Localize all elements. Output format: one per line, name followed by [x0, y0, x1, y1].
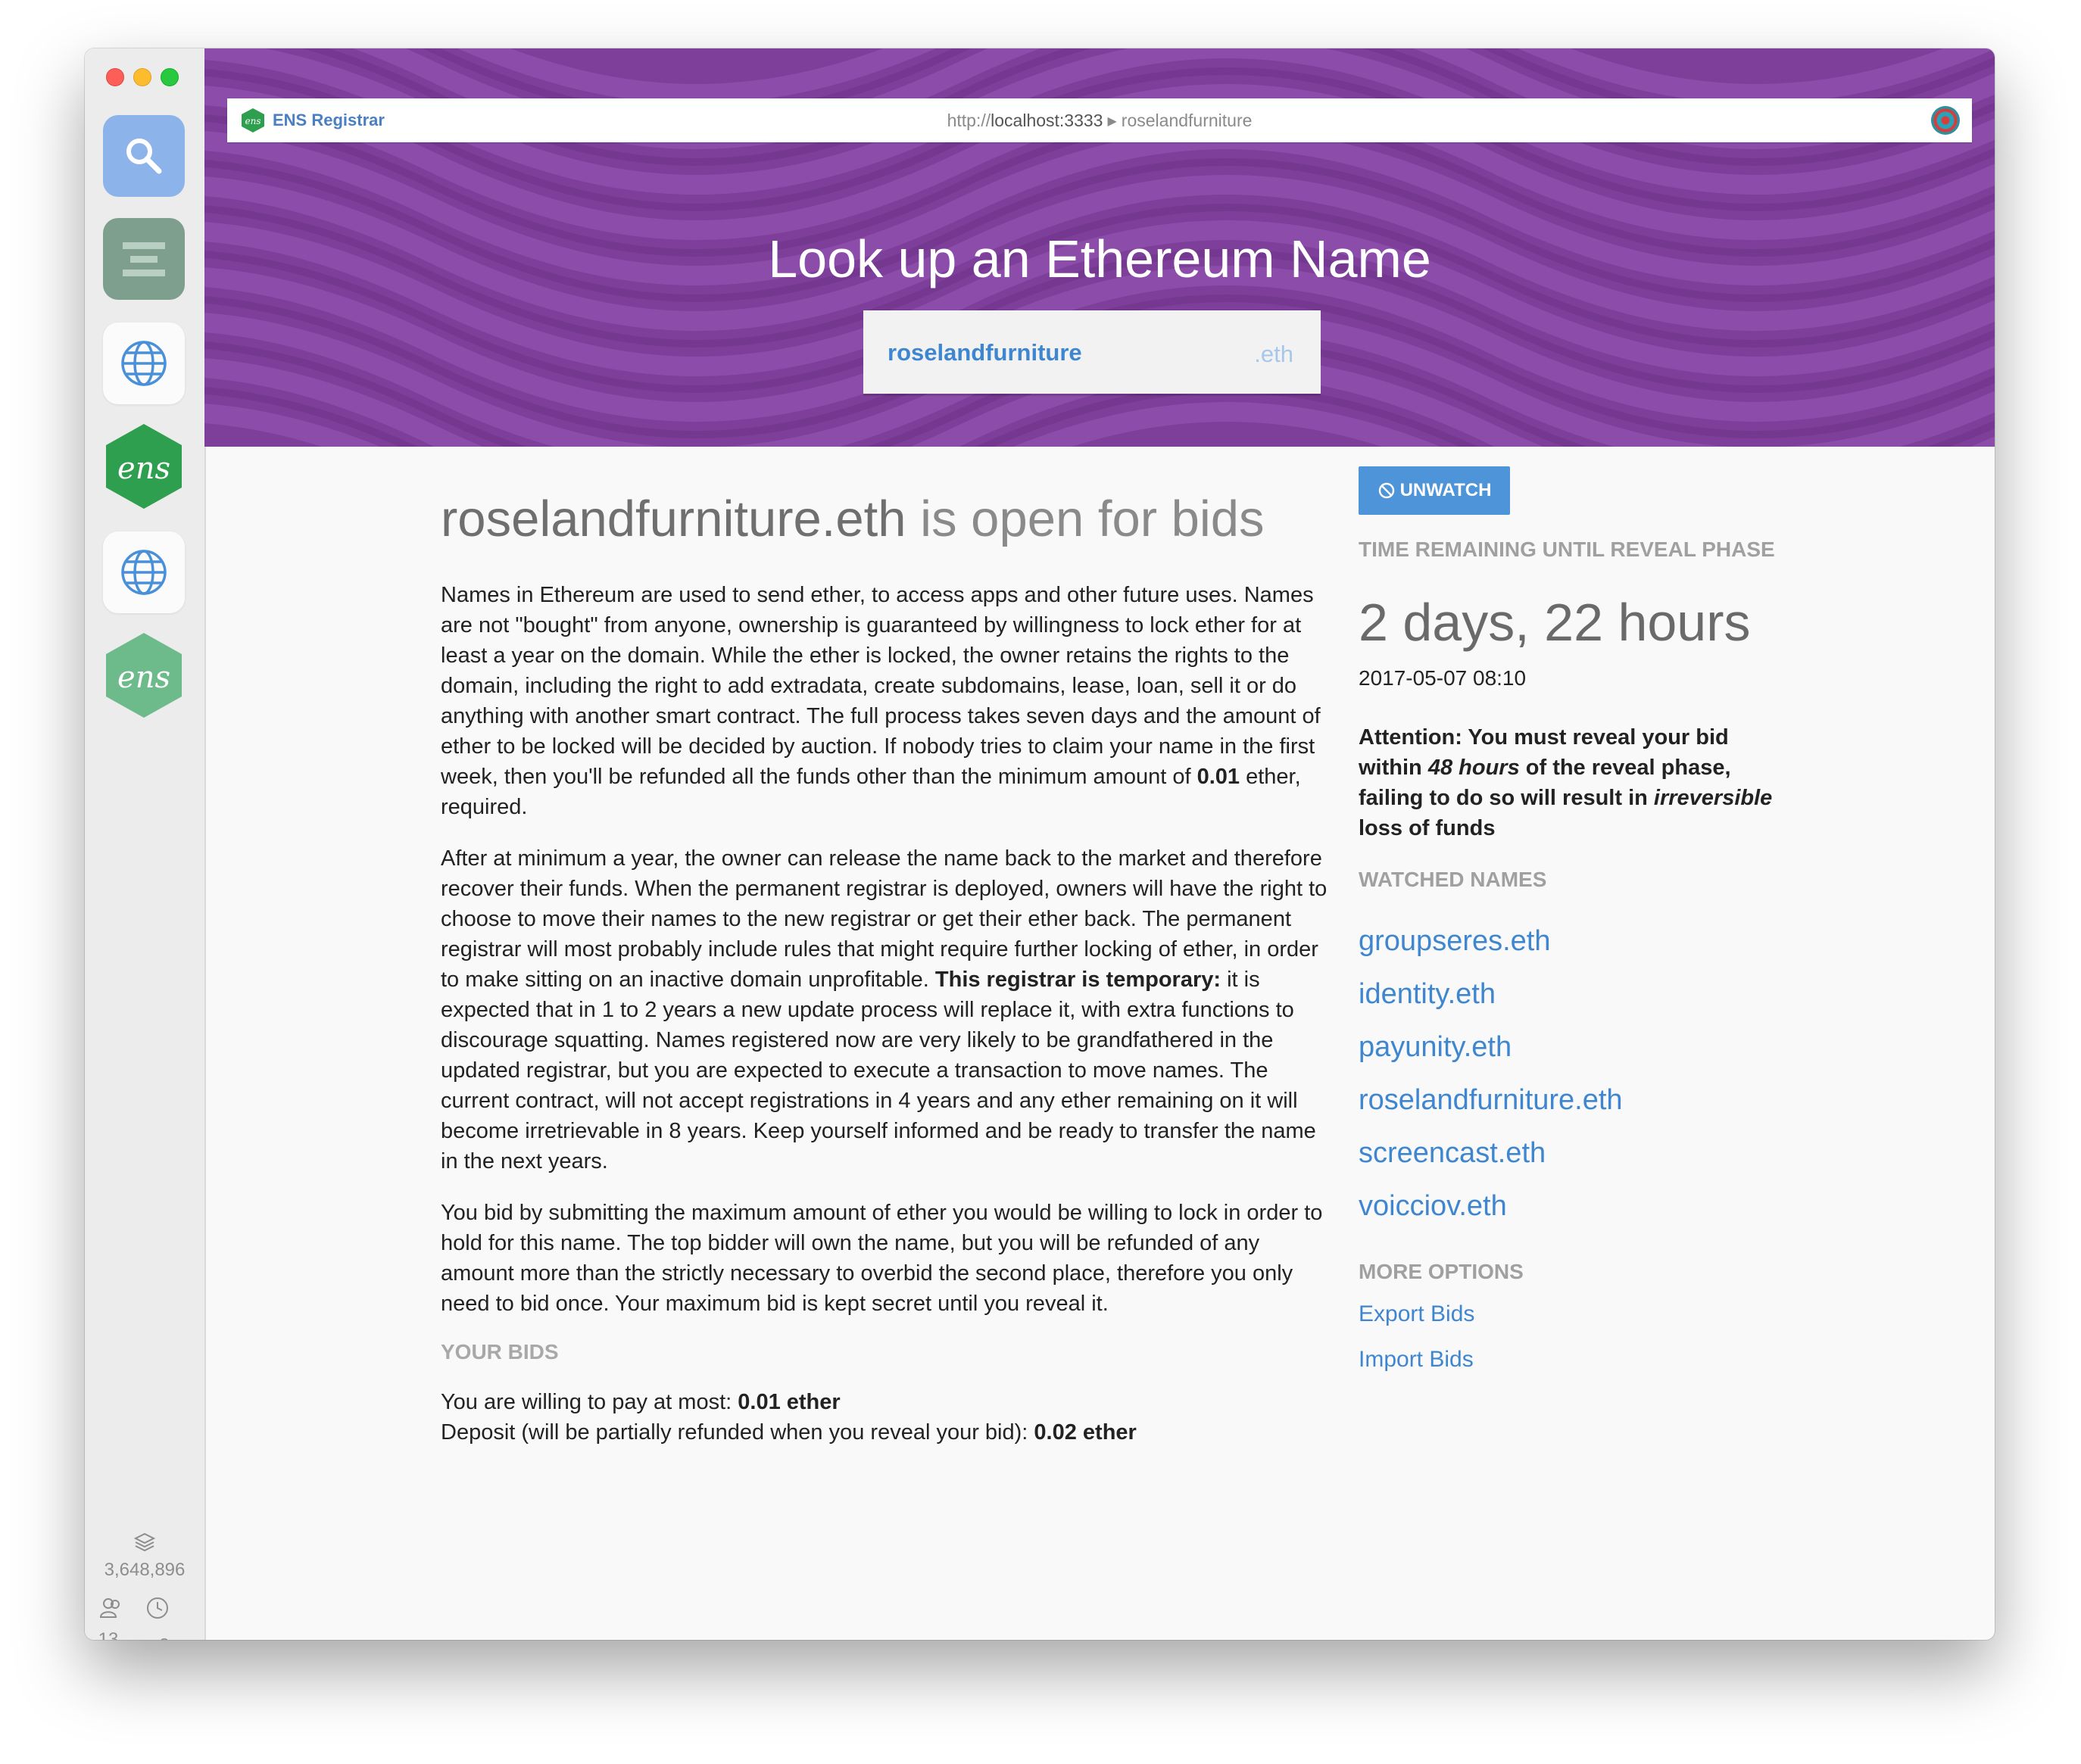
- watched-name-link[interactable]: voicciov.eth: [1359, 1180, 1783, 1233]
- sidebar-item-wallet[interactable]: [103, 218, 185, 300]
- window-close-button[interactable]: [106, 68, 124, 86]
- watched-names-heading: WATCHED NAMES: [1359, 868, 1547, 891]
- hero-header: ens ENS Registrar http://localhost:3333 ▶…: [204, 48, 1995, 447]
- clock-icon: [147, 1597, 168, 1619]
- watched-name-link[interactable]: payunity.eth: [1359, 1021, 1783, 1074]
- unwatch-button[interactable]: UNWATCH: [1359, 466, 1510, 515]
- url-host: localhost:3333: [991, 111, 1103, 130]
- menu-icon: [123, 242, 165, 276]
- search-icon: [126, 139, 162, 174]
- unwatch-label: UNWATCH: [1399, 480, 1492, 500]
- account-avatar[interactable]: [1931, 106, 1960, 135]
- peers-icon: [99, 1598, 120, 1618]
- more-options-heading: MORE OPTIONS: [1359, 1260, 1524, 1283]
- import-bids-link[interactable]: Import Bids: [1359, 1337, 1783, 1382]
- watched-name-link[interactable]: groupseres.eth: [1359, 915, 1783, 968]
- block-number: 3,648,896: [104, 1560, 186, 1580]
- export-bids-link[interactable]: Export Bids: [1359, 1292, 1783, 1337]
- time-remaining-label: TIME REMAINING UNTIL REVEAL PHASE: [1359, 538, 1775, 561]
- sidebar-item-dapp-2[interactable]: [103, 531, 185, 613]
- reveal-datetime: 2017-05-07 08:10: [1359, 666, 1527, 690]
- your-bids: You are willing to pay at most: 0.01 eth…: [441, 1387, 1331, 1448]
- url-path: roselandfurniture: [1121, 111, 1253, 130]
- globe-icon: [121, 550, 167, 595]
- address-bar[interactable]: ens ENS Registrar http://localhost:3333 ▶…: [227, 98, 1972, 142]
- last-block-time: a minute: [123, 1629, 206, 1640]
- ens-logo-icon[interactable]: ens: [103, 631, 185, 719]
- attention-notice: Attention: You must reveal your bid with…: [1359, 725, 1773, 840]
- hero-title: Look up an Ethereum Name: [768, 229, 1431, 288]
- svg-text:ens: ens: [117, 451, 170, 486]
- domain-status: is open for bids: [906, 491, 1265, 547]
- svg-text:ens: ens: [117, 660, 170, 695]
- max-pay-line: You are willing to pay at most: 0.01 eth…: [441, 1390, 841, 1414]
- countdown: 2 days, 22 hours: [1359, 593, 1751, 652]
- info-paragraph-3: You bid by submitting the maximum amount…: [441, 1201, 1323, 1316]
- globe-icon: [121, 341, 167, 386]
- layers-icon: [133, 1532, 156, 1552]
- sidebar: ens ens 3,648,896 13: [85, 48, 206, 1640]
- url-scheme: http://: [947, 111, 991, 130]
- search-value: roselandfurniture: [888, 339, 1082, 366]
- ban-icon: [1378, 482, 1394, 499]
- search-suffix: .eth: [1254, 341, 1293, 367]
- watched-name-link[interactable]: identity.eth: [1359, 968, 1783, 1021]
- watched-names-list: groupseres.eth identity.eth payunity.eth…: [1359, 915, 1783, 1233]
- peer-count: 13: [98, 1629, 119, 1640]
- breadcrumb-arrow-icon: ▶: [1107, 115, 1117, 128]
- info-paragraph-1: Names in Ethereum are used to send ether…: [441, 583, 1321, 819]
- url-text[interactable]: http://localhost:3333 ▶ roselandfurniture: [227, 111, 1972, 131]
- app-window: ens ens 3,648,896 13 ens ENS Registrar h…: [85, 48, 1995, 1640]
- sidebar-item-browser[interactable]: [103, 115, 185, 197]
- watched-name-link[interactable]: screencast.eth: [1359, 1127, 1783, 1180]
- name-search-input[interactable]: roselandfurniture .eth: [863, 310, 1321, 394]
- sidebar-item-dapp-1[interactable]: [103, 323, 185, 404]
- info-paragraph-2: After at minimum a year, the owner can r…: [441, 846, 1328, 1173]
- ens-logo-icon[interactable]: ens: [103, 422, 185, 510]
- aside-panel: UNWATCH TIME REMAINING UNTIL REVEAL PHAS…: [1359, 466, 1783, 1382]
- watched-name-link[interactable]: roselandfurniture.eth: [1359, 1074, 1783, 1127]
- your-bids-heading: YOUR BIDS: [441, 1340, 559, 1364]
- window-minimize-button[interactable]: [133, 68, 151, 86]
- main-content: roselandfurniture.eth is open for bids N…: [441, 489, 1331, 1448]
- page-title: roselandfurniture.eth is open for bids: [441, 489, 1331, 550]
- deposit-line: Deposit (will be partially refunded when…: [441, 1420, 1137, 1445]
- domain-name: roselandfurniture.eth: [441, 491, 906, 547]
- more-options-list: Export Bids Import Bids: [1359, 1292, 1783, 1382]
- window-maximize-button[interactable]: [161, 68, 179, 86]
